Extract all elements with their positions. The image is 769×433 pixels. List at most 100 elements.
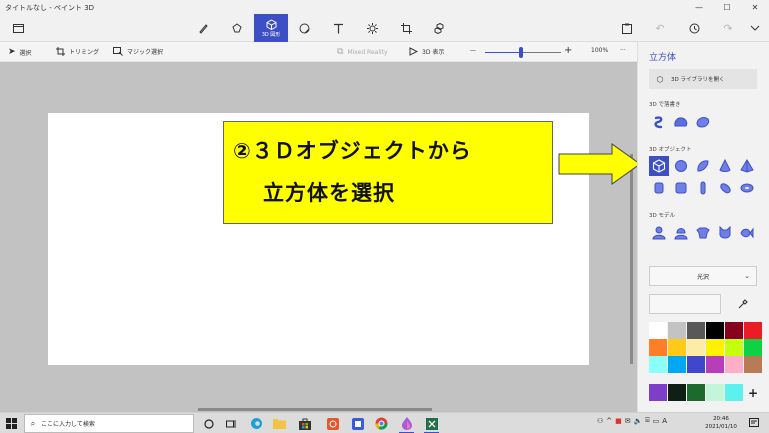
instruction-line-2: 立方体を選択 xyxy=(263,181,395,205)
maximize-button[interactable]: ☐ xyxy=(713,0,741,14)
close-button[interactable]: ✕ xyxy=(741,0,769,14)
text-icon[interactable] xyxy=(323,14,353,42)
custom-color-swatch[interactable] xyxy=(649,384,667,401)
color-swatch[interactable] xyxy=(706,322,724,339)
redo-icon[interactable]: ↷ xyxy=(713,14,743,42)
tray-mail-icon[interactable]: ✉ xyxy=(625,417,631,425)
custom-color-swatch[interactable] xyxy=(687,384,705,401)
woman-model-button[interactable] xyxy=(671,223,691,243)
cylinder-object-button[interactable] xyxy=(649,178,669,198)
taskbar-search-box[interactable]: ⌕ ここに入力して検索 xyxy=(24,414,194,433)
2d-shapes-icon[interactable] xyxy=(222,14,252,42)
select-button[interactable]: ➤ 選択 xyxy=(8,47,32,57)
canvas-icon[interactable] xyxy=(391,14,421,42)
color-swatch[interactable] xyxy=(687,356,705,373)
sphere-object-button[interactable] xyxy=(671,156,691,176)
3d-library-icon[interactable] xyxy=(425,14,455,42)
color-swatch[interactable] xyxy=(706,356,724,373)
mixed-reality-button[interactable]: ⧉ Mixed Reality xyxy=(337,47,388,57)
color-swatch[interactable] xyxy=(725,339,743,356)
color-preview-field[interactable] xyxy=(649,294,721,314)
cat-model-button[interactable] xyxy=(715,223,735,243)
store-icon[interactable] xyxy=(297,416,312,431)
task-view-icon[interactable] xyxy=(224,416,239,431)
donut-object-button[interactable] xyxy=(715,178,735,198)
undo-icon[interactable]: ↶ xyxy=(645,14,675,42)
battery-icon[interactable]: ▭ xyxy=(653,417,660,425)
zoom-out-button[interactable]: — xyxy=(470,47,476,54)
color-swatch[interactable] xyxy=(649,339,667,356)
stickers-icon[interactable] xyxy=(289,14,319,42)
custom-color-swatch[interactable] xyxy=(706,384,724,401)
horizontal-scrollbar[interactable] xyxy=(198,408,432,411)
edge-icon[interactable] xyxy=(249,416,264,431)
soft-edge-doodle-icon[interactable] xyxy=(671,112,691,132)
color-swatch[interactable] xyxy=(649,356,667,373)
magic-select-button[interactable]: マジック選択 xyxy=(113,47,163,56)
3d-view-button[interactable]: 3D 表示 xyxy=(409,47,444,56)
tube-object-button[interactable] xyxy=(671,178,691,198)
network-icon[interactable]: ⌸ xyxy=(645,416,649,425)
color-swatch[interactable] xyxy=(668,356,686,373)
tube-doodle-icon[interactable] xyxy=(693,112,713,132)
more-options-button[interactable]: ··· xyxy=(620,47,626,54)
select-label: 選択 xyxy=(19,49,32,57)
cortana-icon[interactable] xyxy=(201,416,216,431)
custom-color-swatch[interactable] xyxy=(668,384,686,401)
color-swatch[interactable] xyxy=(744,339,762,356)
ime-mode[interactable]: A xyxy=(662,417,667,425)
color-swatch[interactable] xyxy=(687,339,705,356)
calendar-app-icon[interactable] xyxy=(350,416,365,431)
zoom-slider[interactable] xyxy=(485,52,561,53)
pyramid-object-button[interactable] xyxy=(737,156,757,176)
add-color-button[interactable]: + xyxy=(744,384,762,401)
people-icon[interactable]: ⚇ xyxy=(597,417,603,425)
open-3d-library-button[interactable]: ⬡ 3D ライブラリを開く xyxy=(649,69,757,89)
color-swatch[interactable] xyxy=(668,339,686,356)
effects-icon[interactable] xyxy=(357,14,387,42)
3d-shapes-tab[interactable]: 3D 図形 xyxy=(254,14,288,42)
sharp-edge-doodle-icon[interactable] xyxy=(649,112,669,132)
eyedropper-icon[interactable] xyxy=(728,294,757,314)
taskbar-clock[interactable]: 20:46 2021/01/10 xyxy=(699,415,743,431)
crop-button[interactable]: トリミング xyxy=(56,47,99,56)
chrome-icon[interactable] xyxy=(374,416,389,431)
excel-icon[interactable] xyxy=(424,416,439,433)
capsule-object-button[interactable] xyxy=(693,178,713,198)
file-explorer-icon[interactable] xyxy=(272,416,287,431)
windows-start-icon[interactable] xyxy=(4,416,19,431)
color-swatch[interactable] xyxy=(725,322,743,339)
chevron-down-icon[interactable] xyxy=(740,14,769,42)
color-swatch[interactable] xyxy=(744,322,762,339)
snipping-tool-icon[interactable] xyxy=(325,416,340,431)
cone-object-button[interactable] xyxy=(715,156,735,176)
custom-color-swatch[interactable] xyxy=(725,384,743,401)
history-icon[interactable] xyxy=(679,14,709,42)
torus-object-button[interactable] xyxy=(737,178,757,198)
hemisphere-object-button[interactable] xyxy=(693,156,713,176)
paste-icon[interactable] xyxy=(612,14,642,42)
fish-model-button[interactable] xyxy=(737,223,757,243)
brushes-icon[interactable] xyxy=(188,14,218,42)
color-swatch[interactable] xyxy=(649,322,667,339)
color-swatch[interactable] xyxy=(744,356,762,373)
minimize-button[interactable]: — xyxy=(685,0,713,14)
color-swatch[interactable] xyxy=(706,339,724,356)
cube-object-button[interactable] xyxy=(649,156,669,176)
dog-model-button[interactable] xyxy=(693,223,713,243)
color-swatch[interactable] xyxy=(687,322,705,339)
color-swatch[interactable] xyxy=(725,356,743,373)
man-model-button[interactable] xyxy=(649,223,669,243)
zoom-in-button[interactable]: + xyxy=(564,45,572,56)
menu-folder-icon[interactable] xyxy=(3,14,33,42)
volume-icon[interactable]: 🔈 xyxy=(634,417,643,425)
window-title: タイトルなし - ペイント 3D xyxy=(5,4,95,12)
finish-select[interactable]: 光沢 ⌄ xyxy=(649,266,757,286)
tray-app-icon[interactable]: ■ xyxy=(615,417,622,425)
notification-icon[interactable] xyxy=(748,417,760,429)
zoom-slider-thumb[interactable] xyxy=(519,47,523,58)
color-swatch[interactable] xyxy=(668,322,686,339)
show-hidden-icons-icon[interactable]: ^ xyxy=(606,417,612,425)
vertical-scrollbar[interactable] xyxy=(630,154,633,364)
paint-3d-taskbar-icon[interactable] xyxy=(399,416,414,433)
